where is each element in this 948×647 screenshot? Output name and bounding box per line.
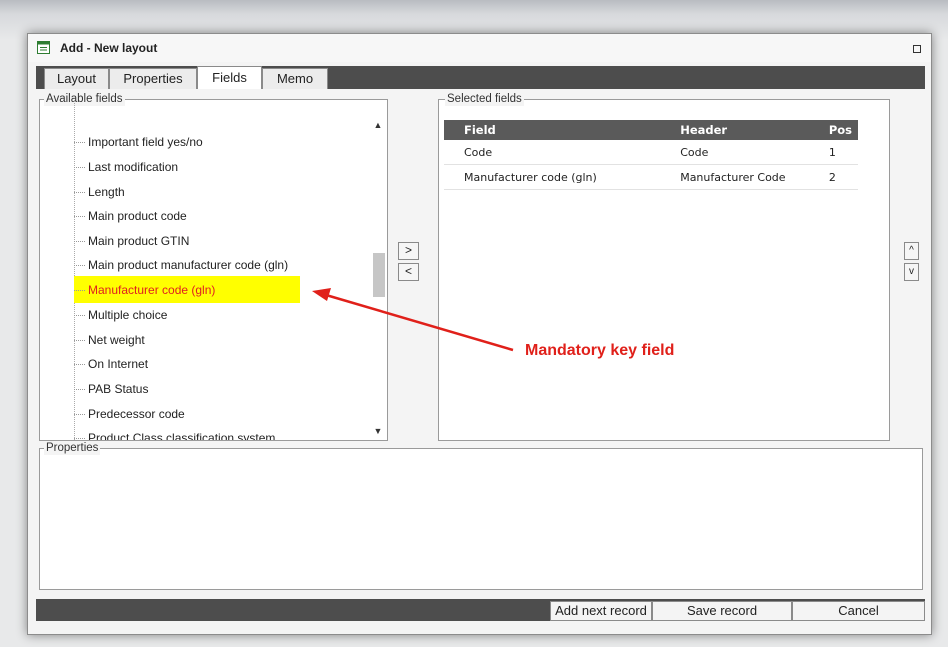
available-fields-group: Available fields Important field yes/no …	[39, 92, 388, 441]
tree-item-selected[interactable]: Manufacturer code (gln)	[74, 276, 300, 303]
cell-header: Manufacturer Code	[678, 164, 827, 190]
tree-item[interactable]: Predecessor code	[74, 404, 304, 424]
properties-group: Properties	[39, 441, 923, 590]
cancel-button[interactable]: Cancel	[792, 601, 925, 621]
table-row[interactable]: Code Code 1	[444, 140, 858, 165]
cell-field: Manufacturer code (gln)	[444, 164, 679, 190]
tree-item[interactable]: PAB Status	[74, 379, 304, 399]
tree-item[interactable]: Multiple choice	[74, 305, 304, 325]
scroll-down-icon[interactable]: ▼	[370, 424, 386, 438]
column-header-pos[interactable]: Pos	[826, 120, 858, 140]
tree-item[interactable]: Main product code	[74, 206, 304, 226]
cell-pos: 1	[826, 140, 858, 165]
maximize-icon[interactable]	[913, 45, 921, 53]
selected-fields-group: Selected fields Field Header Pos Code Co…	[438, 92, 890, 441]
tab-layout[interactable]: Layout	[44, 68, 109, 89]
scroll-up-icon[interactable]: ▲	[370, 118, 386, 132]
window-title: Add - New layout	[60, 41, 158, 55]
available-fields-scrollbar[interactable]: ▲ ▼	[370, 118, 386, 438]
tree-item[interactable]: Net weight	[74, 330, 304, 350]
add-next-record-button[interactable]: Add next record	[550, 601, 652, 621]
tab-content: Available fields Important field yes/no …	[36, 89, 925, 594]
button-bar: Add next record Save record Cancel	[36, 599, 925, 621]
tree-item[interactable]: Main product GTIN	[74, 231, 304, 251]
properties-legend: Properties	[44, 441, 101, 455]
tab-strip: Layout Properties Fields Memo	[36, 66, 925, 89]
form-icon	[37, 41, 50, 54]
cell-header: Code	[678, 140, 827, 165]
tree-item[interactable]: Important field yes/no	[74, 132, 304, 152]
selected-fields-table: Field Header Pos Code Code 1 Manufacture…	[444, 120, 858, 190]
table-row[interactable]: Manufacturer code (gln) Manufacturer Cod…	[444, 164, 858, 190]
tab-memo[interactable]: Memo	[262, 68, 328, 89]
title-bar: Add - New layout	[28, 34, 931, 62]
cell-pos: 2	[826, 164, 858, 190]
tree-item[interactable]: Product Class classification system	[74, 428, 304, 440]
tree-item[interactable]: Last modification	[74, 157, 304, 177]
scroll-thumb[interactable]	[373, 253, 385, 297]
move-down-button[interactable]: v	[904, 263, 919, 281]
dialog-window: Add - New layout Layout Properties Field…	[27, 33, 932, 635]
tab-properties[interactable]: Properties	[109, 68, 197, 89]
tree-item[interactable]: On Internet	[74, 354, 304, 374]
remove-field-button[interactable]: <	[398, 263, 419, 281]
annotation-label: Mandatory key field	[525, 342, 675, 359]
tab-fields[interactable]: Fields	[197, 66, 262, 89]
cell-field: Code	[444, 140, 679, 165]
column-header-header[interactable]: Header	[678, 120, 827, 140]
move-up-button[interactable]: ^	[904, 242, 919, 260]
tree-item[interactable]: Main product manufacturer code (gln)	[74, 255, 304, 275]
table-header-row: Field Header Pos	[444, 120, 858, 140]
tree-item[interactable]: Length	[74, 182, 304, 202]
available-fields-tree[interactable]: Important field yes/no Last modification…	[40, 100, 367, 440]
add-field-button[interactable]: >	[398, 242, 419, 260]
save-record-button[interactable]: Save record	[652, 601, 792, 621]
selected-fields-legend: Selected fields	[445, 92, 524, 106]
column-header-field[interactable]: Field	[444, 120, 679, 140]
